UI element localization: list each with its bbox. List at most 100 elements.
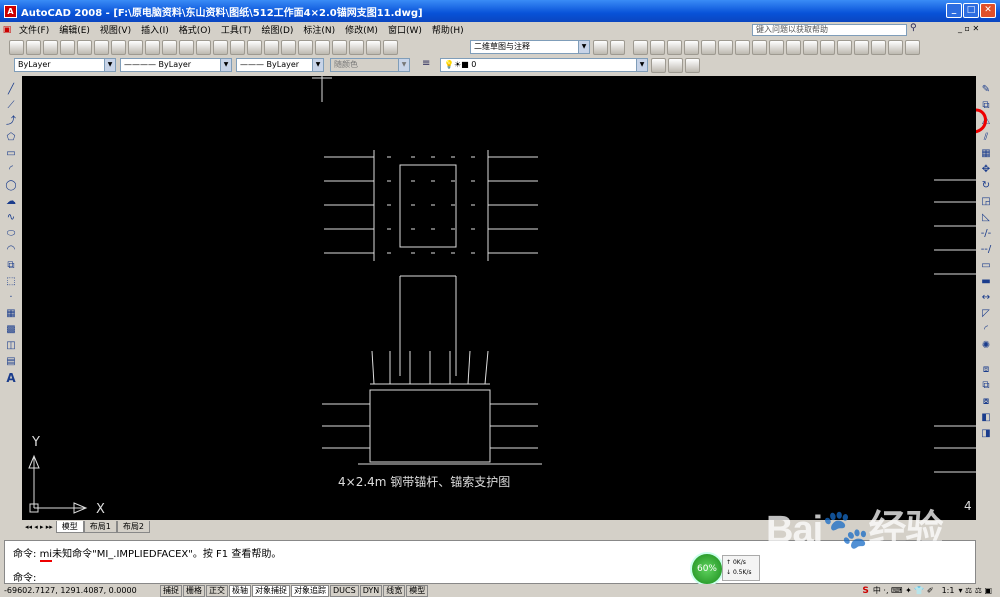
- publish-button[interactable]: [94, 39, 109, 55]
- tab-model[interactable]: 模型: [55, 520, 84, 533]
- tab-scroll-arrows[interactable]: ◂◂ ◂ ▸ ▸▸: [22, 523, 56, 531]
- plot2-button[interactable]: [684, 39, 699, 55]
- menu-help[interactable]: 帮助(H): [427, 23, 469, 36]
- make-current-button[interactable]: [651, 57, 666, 73]
- minimize-button[interactable]: _: [946, 3, 962, 18]
- publish2-button[interactable]: [718, 39, 733, 55]
- stretch-icon[interactable]: ◺: [979, 211, 993, 225]
- ellipse-icon[interactable]: ⬭: [4, 227, 18, 241]
- command-prompt[interactable]: 命令:: [13, 569, 36, 584]
- array-icon[interactable]: ▦: [979, 147, 993, 161]
- rotate-icon[interactable]: ↻: [979, 179, 993, 193]
- menu-format[interactable]: 格式(O): [174, 23, 216, 36]
- pan-button[interactable]: [213, 39, 228, 55]
- calculator-button[interactable]: [366, 39, 381, 55]
- layer-select[interactable]: 💡☀■ 0 ▼: [440, 58, 648, 72]
- open2-button[interactable]: [650, 39, 665, 55]
- menu-insert[interactable]: 插入(I): [136, 23, 174, 36]
- zoom-window-button[interactable]: [247, 39, 262, 55]
- plotstyle-select[interactable]: 随颜色 ▼: [330, 58, 410, 72]
- document-icon[interactable]: ▣: [0, 25, 14, 35]
- construction-line-icon[interactable]: ⟋: [4, 99, 18, 113]
- save2-button[interactable]: [667, 39, 682, 55]
- ime-toolbar[interactable]: 中 ·, ⌨ ✦ 👕 ✐: [873, 585, 934, 596]
- multiline-text-icon[interactable]: A: [4, 371, 18, 385]
- color-select[interactable]: ByLayer ▼: [14, 58, 116, 72]
- copy-button[interactable]: [128, 39, 143, 55]
- layer-previous-button[interactable]: [668, 57, 683, 73]
- chamfer-icon[interactable]: ◸: [979, 307, 993, 321]
- menu-window[interactable]: 窗口(W): [383, 23, 427, 36]
- hatch-icon[interactable]: ▦: [4, 307, 18, 321]
- doc-window-controls[interactable]: _ ▫ ✕: [958, 24, 979, 33]
- menu-view[interactable]: 视图(V): [95, 23, 136, 36]
- help-search-input[interactable]: 键入问题以获取帮助: [752, 24, 907, 36]
- table-icon[interactable]: ▤: [4, 355, 18, 369]
- help-button[interactable]: [383, 39, 398, 55]
- menu-tools[interactable]: 工具(T): [216, 23, 257, 36]
- menu-dimension[interactable]: 标注(N): [298, 23, 340, 36]
- markup-button[interactable]: [349, 39, 364, 55]
- workspace-save-button[interactable]: [610, 39, 625, 55]
- arc-icon[interactable]: ◜: [4, 163, 18, 177]
- maximize-button[interactable]: □: [963, 3, 979, 18]
- region-icon[interactable]: ◫: [4, 339, 18, 353]
- lineweight-select[interactable]: ——— ByLayer ▼: [236, 58, 324, 72]
- revision-cloud-icon[interactable]: ☁: [4, 195, 18, 209]
- ducs-toggle[interactable]: DUCS: [330, 584, 359, 597]
- help2-button[interactable]: [905, 39, 920, 55]
- preview-button[interactable]: [77, 39, 92, 55]
- zoom-previous-button[interactable]: [264, 39, 279, 55]
- point-icon[interactable]: ·: [4, 291, 18, 305]
- properties2-button[interactable]: [803, 39, 818, 55]
- annotation-tools-icon[interactable]: ▾ ⚖ ⚖ ▣: [958, 586, 992, 595]
- menu-modify[interactable]: 修改(M): [340, 23, 383, 36]
- break-point-icon[interactable]: ▭: [979, 259, 993, 273]
- redo2-button[interactable]: [786, 39, 801, 55]
- polar-toggle[interactable]: 极轴: [229, 584, 251, 597]
- preview2-button[interactable]: [701, 39, 716, 55]
- rectangle-icon[interactable]: ▭: [4, 147, 18, 161]
- designcenter-button[interactable]: [298, 39, 313, 55]
- save-button[interactable]: [43, 39, 58, 55]
- model-toggle[interactable]: 模型: [406, 584, 429, 597]
- redo-button[interactable]: [196, 39, 211, 55]
- polyline-icon[interactable]: ⤴: [4, 115, 18, 129]
- tab-layout2[interactable]: 布局2: [116, 520, 150, 533]
- brush-button[interactable]: [752, 39, 767, 55]
- matchprop-button[interactable]: [162, 39, 177, 55]
- dyn-toggle[interactable]: DYN: [359, 584, 383, 597]
- toolpalettes-button[interactable]: [315, 39, 330, 55]
- search-icon[interactable]: ⚲: [910, 23, 917, 33]
- ime-icon[interactable]: S: [862, 586, 868, 596]
- join-icon[interactable]: ↔: [979, 291, 993, 305]
- cut-button[interactable]: [111, 39, 126, 55]
- draworder-above-icon[interactable]: ◧: [979, 411, 993, 425]
- paste-button[interactable]: [145, 39, 160, 55]
- menu-edit[interactable]: 编辑(E): [54, 23, 95, 36]
- zoom-realtime-button[interactable]: [230, 39, 245, 55]
- workspace-select[interactable]: 二维草图与注释 ▼: [470, 40, 590, 54]
- linetype-select[interactable]: ———— ByLayer ▼: [120, 58, 232, 72]
- tab-layout1[interactable]: 布局1: [83, 520, 117, 533]
- properties-button[interactable]: [281, 39, 296, 55]
- drawing-canvas[interactable]: Y X 4×2.4m 钢带锚杆、锚索支护图 4: [22, 76, 976, 520]
- draworder-text-icon[interactable]: ◨: [979, 427, 993, 441]
- layer-states-button[interactable]: [685, 57, 700, 73]
- fillet-icon[interactable]: ◜: [979, 323, 993, 337]
- extend-icon[interactable]: --/: [979, 243, 993, 257]
- explode-icon[interactable]: ✺: [979, 339, 993, 353]
- osnap-toggle[interactable]: 对象捕捉: [252, 584, 290, 597]
- paint-button[interactable]: [735, 39, 750, 55]
- undo2-button[interactable]: [769, 39, 784, 55]
- make-block-icon[interactable]: ⬚: [4, 275, 18, 289]
- ellipse-arc-icon[interactable]: ◠: [4, 243, 18, 257]
- move-icon[interactable]: ✥: [979, 163, 993, 177]
- undo-button[interactable]: [179, 39, 194, 55]
- plot-button[interactable]: [60, 39, 75, 55]
- new2-button[interactable]: [633, 39, 648, 55]
- markup2-button[interactable]: [871, 39, 886, 55]
- draworder-back-icon[interactable]: ⧇: [979, 395, 993, 409]
- layer-manager-icon[interactable]: ≡: [422, 58, 430, 69]
- menu-file[interactable]: 文件(F): [14, 23, 54, 36]
